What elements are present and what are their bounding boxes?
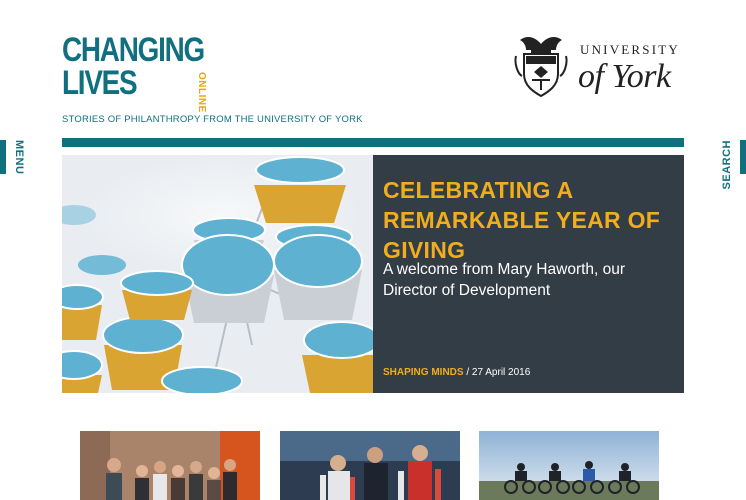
featured-story-meta: SHAPING MINDS / 27 April 2016 bbox=[383, 367, 530, 378]
brand-line-lives: LIVES bbox=[62, 64, 138, 102]
featured-story-subtitle: A welcome from Mary Haworth, our Directo… bbox=[383, 261, 626, 299]
york-crest-icon bbox=[514, 37, 568, 98]
site-tagline: STORIES OF PHILANTHROPY FROM THE UNIVERS… bbox=[62, 114, 363, 125]
search-tab[interactable]: SEARCH bbox=[716, 140, 746, 189]
meta-separator: / bbox=[463, 367, 472, 378]
of-york-wordmark: of York bbox=[578, 58, 671, 95]
menu-label: MENU bbox=[13, 140, 25, 175]
story-card-cycling[interactable] bbox=[479, 431, 659, 500]
featured-story-panel: CELEBRATING A REMARKABLE YEAR OF GIVING … bbox=[373, 155, 684, 393]
lab-photo-image bbox=[280, 431, 460, 500]
featured-story[interactable]: CELEBRATING A REMARKABLE YEAR OF GIVING … bbox=[62, 155, 684, 393]
cycling-photo-image bbox=[479, 431, 659, 500]
cupcakes-photo bbox=[62, 155, 373, 393]
story-date: 27 April 2016 bbox=[471, 367, 531, 378]
search-label: SEARCH bbox=[721, 140, 733, 190]
featured-story-title[interactable]: CELEBRATING A REMARKABLE YEAR OF GIVING bbox=[383, 175, 673, 265]
menu-tab-bar bbox=[0, 140, 6, 174]
story-card-group-photo[interactable] bbox=[80, 431, 260, 500]
group-photo-image bbox=[80, 431, 260, 500]
brand-line-changing: CHANGING bbox=[62, 31, 205, 69]
header-divider bbox=[62, 138, 684, 147]
story-card-lab[interactable] bbox=[280, 431, 460, 500]
story-category-link[interactable]: SHAPING MINDS bbox=[383, 367, 464, 378]
brand-online: ONLINE bbox=[196, 72, 207, 113]
university-of-york-logo[interactable]: UNIVERSITY of York bbox=[514, 34, 686, 104]
university-wordmark: UNIVERSITY bbox=[580, 42, 680, 57]
menu-tab[interactable]: MENU bbox=[0, 140, 30, 176]
search-tab-bar bbox=[740, 140, 746, 174]
changing-lives-logo[interactable]: CHANGING LIVES ONLINE bbox=[62, 31, 235, 113]
